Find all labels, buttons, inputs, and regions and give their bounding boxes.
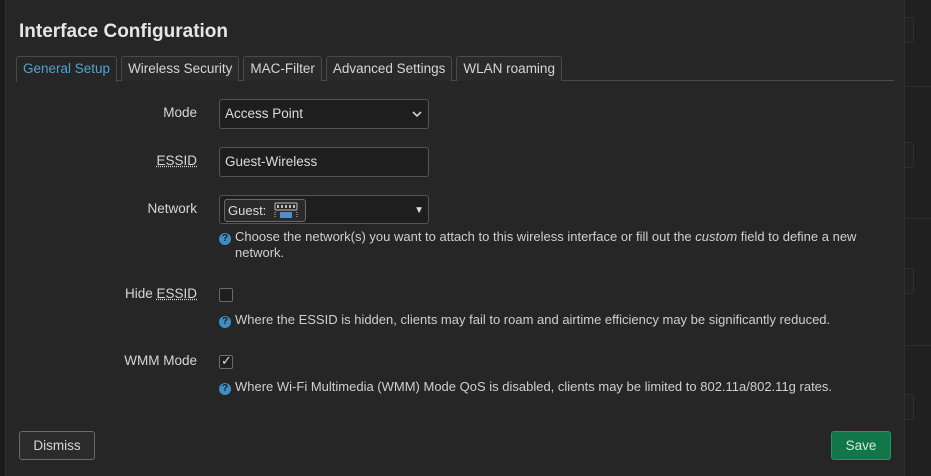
network-chip-label: Guest:: [228, 203, 267, 218]
wmm-mode-help: ? Where Wi-Fi Multimedia (WMM) Mode QoS …: [219, 379, 869, 395]
help-icon: ?: [219, 383, 231, 395]
mode-select-value: Access Point: [225, 106, 304, 121]
network-help-text: Choose the network(s) you want to attach…: [235, 229, 856, 261]
network-chip[interactable]: Guest:: [224, 199, 306, 222]
tab-general-setup[interactable]: General Setup: [16, 56, 118, 82]
hide-essid-label-underlined: ESSID: [156, 286, 197, 301]
tab-advanced-settings[interactable]: Advanced Settings: [325, 56, 453, 81]
caret-down-icon: ▼: [414, 205, 424, 216]
dismiss-button[interactable]: Dismiss: [19, 431, 95, 460]
tab-bar: General Setup Wireless Security MAC-Filt…: [16, 56, 894, 82]
help-icon: ?: [219, 316, 231, 328]
network-label: Network: [147, 201, 197, 216]
essid-label-text: ESSID: [156, 153, 197, 168]
hide-essid-checkbox[interactable]: [219, 288, 233, 302]
hide-essid-label-text: Hide: [124, 286, 157, 301]
wmm-mode-checkbox[interactable]: ✓: [219, 353, 233, 369]
hide-essid-help: ? Where the ESSID is hidden, clients may…: [219, 312, 869, 328]
tab-wlan-roaming[interactable]: WLAN roaming: [456, 56, 562, 81]
hide-essid-help-text: Where the ESSID is hidden, clients may f…: [235, 312, 831, 327]
network-interface-icon: [274, 202, 298, 226]
network-help-line2: network.: [235, 245, 285, 260]
mode-select[interactable]: Access Point: [219, 99, 429, 129]
checkmark-icon: ✓: [221, 353, 232, 368]
interface-config-modal: Interface Configuration General Setup Wi…: [5, 0, 905, 476]
save-button[interactable]: Save: [831, 431, 891, 460]
help-icon: ?: [219, 233, 231, 245]
wmm-mode-help-text: Where Wi-Fi Multimedia (WMM) Mode QoS is…: [235, 379, 833, 394]
network-help-part2: field to define a new: [737, 229, 857, 244]
network-help: ? Choose the network(s) you want to atta…: [219, 229, 869, 260]
mode-label: Mode: [163, 105, 197, 120]
tab-mac-filter[interactable]: MAC-Filter: [243, 56, 322, 81]
wmm-mode-label: WMM Mode: [124, 353, 197, 368]
network-help-part1: Choose the network(s) you want to attach…: [235, 229, 696, 244]
essid-label: ESSID: [156, 153, 197, 168]
chevron-down-icon: [412, 100, 422, 139]
hide-essid-label: Hide ESSID: [125, 286, 197, 301]
essid-input[interactable]: Guest-Wireless: [219, 147, 429, 177]
network-select[interactable]: Guest: ▼: [219, 195, 429, 224]
tab-wireless-security[interactable]: Wireless Security: [121, 56, 240, 81]
modal-title: Interface Configuration: [19, 21, 229, 42]
network-help-custom: custom: [695, 229, 738, 244]
